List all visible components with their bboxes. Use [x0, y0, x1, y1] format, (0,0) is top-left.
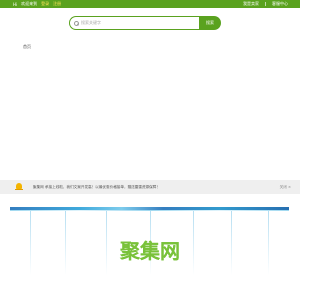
service-center-link[interactable]: 客服中心: [272, 1, 288, 7]
search-bar: 搜索关键字 搜索: [69, 16, 221, 30]
notice-bar: 聚集网 承接上线啦，我们文案开发高！以最优惠价格接单，赠送雷霆资源保障！ 关闭 …: [0, 180, 300, 194]
breadcrumb[interactable]: 首页: [23, 44, 31, 50]
welcome-text: 欢迎来到: [21, 1, 38, 6]
notice-text: 聚集网 承接上线啦，我们文案开发高！以最优惠价格接单，赠送雷霆资源保障！: [33, 184, 160, 189]
greeting-text: Hi: [13, 1, 18, 7]
login-link[interactable]: 登录: [41, 1, 49, 7]
search-icon: [74, 20, 79, 26]
seller-link[interactable]: 我是卖家: [243, 1, 259, 7]
top-nav-right: 我是卖家 客服中心: [243, 1, 288, 7]
top-nav-bar: Hi 欢迎来到 登录 注册 我是卖家 客服中心: [0, 0, 300, 8]
top-nav-left: Hi 欢迎来到 登录 注册: [13, 1, 65, 7]
register-link[interactable]: 注册: [53, 1, 61, 7]
site-logo: 聚集网: [120, 239, 180, 263]
nav-divider: [265, 2, 266, 6]
search-input[interactable]: 搜索关键字: [69, 16, 199, 30]
search-placeholder: 搜索关键字: [81, 20, 101, 25]
bell-icon: [15, 183, 23, 191]
close-icon[interactable]: 关闭 ×: [280, 185, 291, 190]
search-button[interactable]: 搜索: [199, 16, 221, 30]
